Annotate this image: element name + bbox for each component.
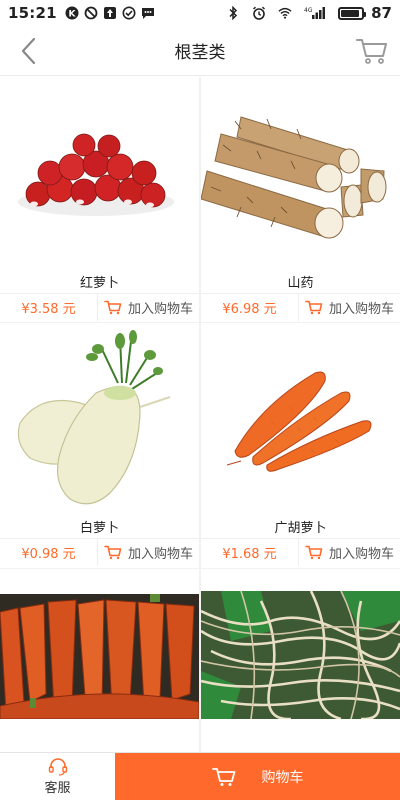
cellular-signal-icon: 4G <box>304 6 326 20</box>
radish-image[interactable] <box>0 107 199 267</box>
bluetooth-icon <box>226 6 240 20</box>
carrot-pile-image[interactable] <box>0 594 199 719</box>
upload-icon <box>103 6 117 20</box>
customer-service-button[interactable]: 客服 <box>0 753 115 800</box>
add-to-cart-button[interactable]: 加入购物车 <box>299 294 400 321</box>
product-grid: 红萝卜 ¥3.58 元 加入购物车 山药 ¥6.98 元 加入购物车 白萝卜 ¥… <box>0 77 400 752</box>
product-name: 广胡萝卜 <box>274 521 327 536</box>
roots-image[interactable] <box>201 591 400 719</box>
price-row: ¥0.98 元 加入购物车 <box>0 538 199 566</box>
add-to-cart-label: 加入购物车 <box>328 547 394 562</box>
status-bar: 15:21 K 4G 87 <box>0 0 400 26</box>
add-to-cart-label: 加入购物车 <box>328 302 394 317</box>
product-price: ¥3.58 元 <box>0 294 98 321</box>
product-card-roots[interactable] <box>201 569 400 752</box>
network-type: 4G <box>304 7 313 14</box>
product-card-yam[interactable]: 山药 ¥6.98 元 加入购物车 <box>201 77 400 322</box>
product-name: 山药 <box>287 276 314 291</box>
check-circle-icon <box>122 6 136 20</box>
product-card-carrot-pile[interactable] <box>0 569 199 752</box>
cart-button-label: 购物车 <box>261 769 304 786</box>
shopping-cart-icon <box>356 39 387 64</box>
add-to-cart-label: 加入购物车 <box>127 547 193 562</box>
headset-icon <box>48 757 67 776</box>
title-bar: 根茎类 <box>0 26 400 76</box>
carrot-image[interactable] <box>201 323 400 513</box>
price-row: ¥3.58 元 加入购物车 <box>0 293 199 321</box>
price-row: ¥6.98 元 加入购物车 <box>201 293 400 321</box>
product-card-radish[interactable]: 红萝卜 ¥3.58 元 加入购物车 <box>0 77 199 322</box>
status-time: 15:21 <box>8 4 57 22</box>
add-to-cart-button[interactable]: 加入购物车 <box>98 539 199 566</box>
svg-text:K: K <box>68 10 76 20</box>
white-radish-image[interactable] <box>0 323 199 513</box>
header-cart-button[interactable] <box>354 35 390 67</box>
add-to-cart-label: 加入购物车 <box>127 302 193 317</box>
product-card-white-radish[interactable]: 白萝卜 ¥0.98 元 加入购物车 <box>0 323 199 568</box>
cart-icon <box>104 300 122 315</box>
customer-service-label: 客服 <box>44 780 71 796</box>
wifi-icon <box>278 6 292 20</box>
price-row: ¥1.68 元 加入购物车 <box>201 538 400 566</box>
alarm-icon <box>252 6 266 20</box>
block-icon <box>84 6 98 20</box>
back-button[interactable] <box>14 36 44 66</box>
battery-percent: 87 <box>371 4 392 22</box>
yam-image[interactable] <box>201 99 400 259</box>
cart-icon <box>305 300 323 315</box>
product-name: 红萝卜 <box>79 276 119 291</box>
bottom-bar: 客服 购物车 <box>0 752 400 800</box>
cart-icon <box>305 545 323 560</box>
page-title: 根茎类 <box>174 43 226 63</box>
product-name: 白萝卜 <box>79 521 119 536</box>
cart-button[interactable]: 购物车 <box>115 753 400 800</box>
cart-icon <box>104 545 122 560</box>
product-price: ¥0.98 元 <box>0 539 98 566</box>
battery-icon <box>338 6 367 20</box>
k-app-icon: K <box>65 6 79 20</box>
product-price: ¥1.68 元 <box>201 539 299 566</box>
battery-level <box>341 9 359 17</box>
add-to-cart-button[interactable]: 加入购物车 <box>299 539 400 566</box>
chevron-left-icon <box>21 37 36 65</box>
add-to-cart-button[interactable]: 加入购物车 <box>98 294 199 321</box>
shopping-cart-icon <box>211 767 235 786</box>
product-price: ¥6.98 元 <box>201 294 299 321</box>
message-icon <box>141 6 155 20</box>
product-card-carrot[interactable]: 广胡萝卜 ¥1.68 元 加入购物车 <box>201 323 400 568</box>
